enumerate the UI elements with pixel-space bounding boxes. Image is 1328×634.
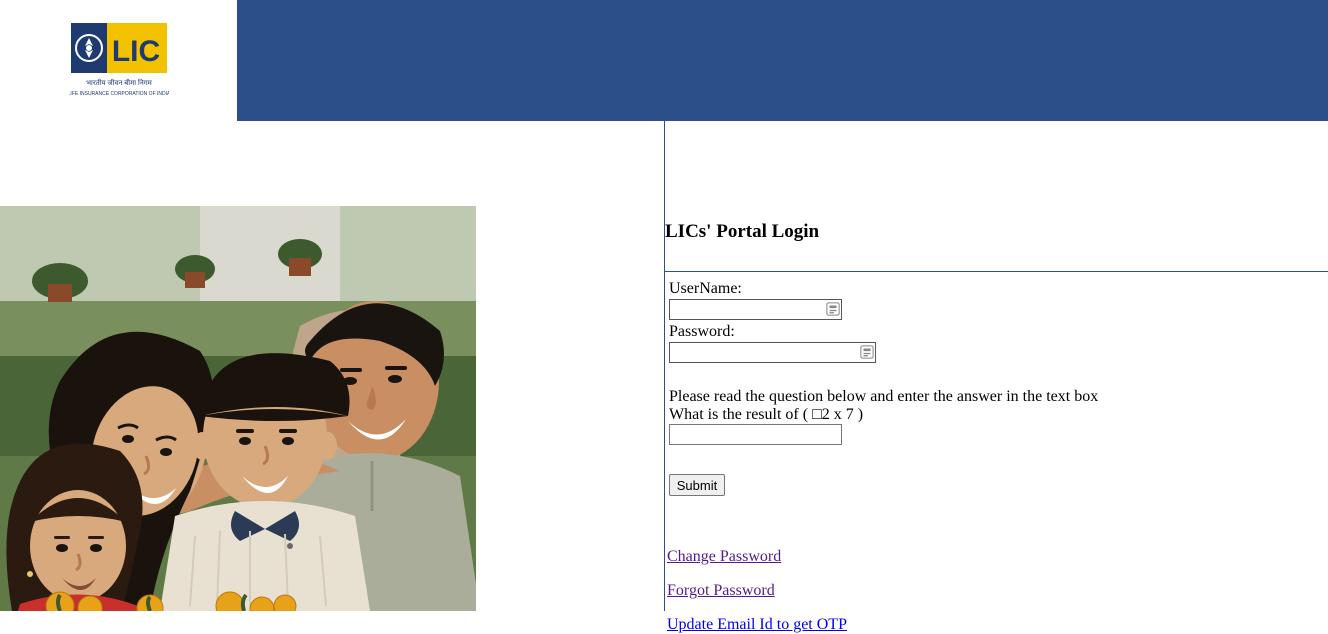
header: LIC भारतीय जीवन बीमा निगम LIFE INSURANCE…: [0, 0, 1328, 121]
header-banner: [237, 0, 1328, 120]
username-input-wrap: [669, 299, 844, 320]
svg-text:LIC: LIC: [111, 35, 159, 68]
right-column: LICs' Portal Login UserName: Password: P…: [664, 121, 1328, 611]
captcha-input[interactable]: [669, 424, 842, 445]
password-input-wrap: [669, 342, 878, 363]
main: LICs' Portal Login UserName: Password: P…: [0, 121, 1328, 611]
username-input[interactable]: [669, 299, 842, 320]
password-label: Password:: [669, 323, 1328, 341]
logo-tagline-hi: भारतीय जीवन बीमा निगम: [86, 78, 153, 87]
logo-box: LIC भारतीय जीवन बीमा निगम LIFE INSURANCE…: [0, 0, 237, 121]
captcha-question: What is the result of ( □2 x 7 ): [669, 406, 1328, 424]
update-email-link[interactable]: Update Email Id to get OTP: [667, 616, 1328, 634]
login-title: LICs' Portal Login: [665, 221, 1328, 243]
hero-image: [0, 206, 476, 611]
submit-button[interactable]: Submit: [669, 474, 725, 496]
logo-tagline-en: LIFE INSURANCE CORPORATION OF INDIA: [69, 91, 169, 97]
left-column: [0, 121, 664, 611]
forgot-password-link[interactable]: Forgot Password: [667, 582, 1328, 600]
captcha-intro: Please read the question below and enter…: [669, 388, 1328, 406]
divider: [665, 271, 1328, 272]
username-label: UserName:: [669, 280, 1328, 298]
lic-logo: LIC भारतीय जीवन बीमा निगम LIFE INSURANCE…: [69, 21, 169, 101]
links-block: Change Password Forgot Password Update E…: [665, 548, 1328, 634]
password-input[interactable]: [669, 342, 876, 363]
change-password-link[interactable]: Change Password: [667, 548, 1328, 566]
